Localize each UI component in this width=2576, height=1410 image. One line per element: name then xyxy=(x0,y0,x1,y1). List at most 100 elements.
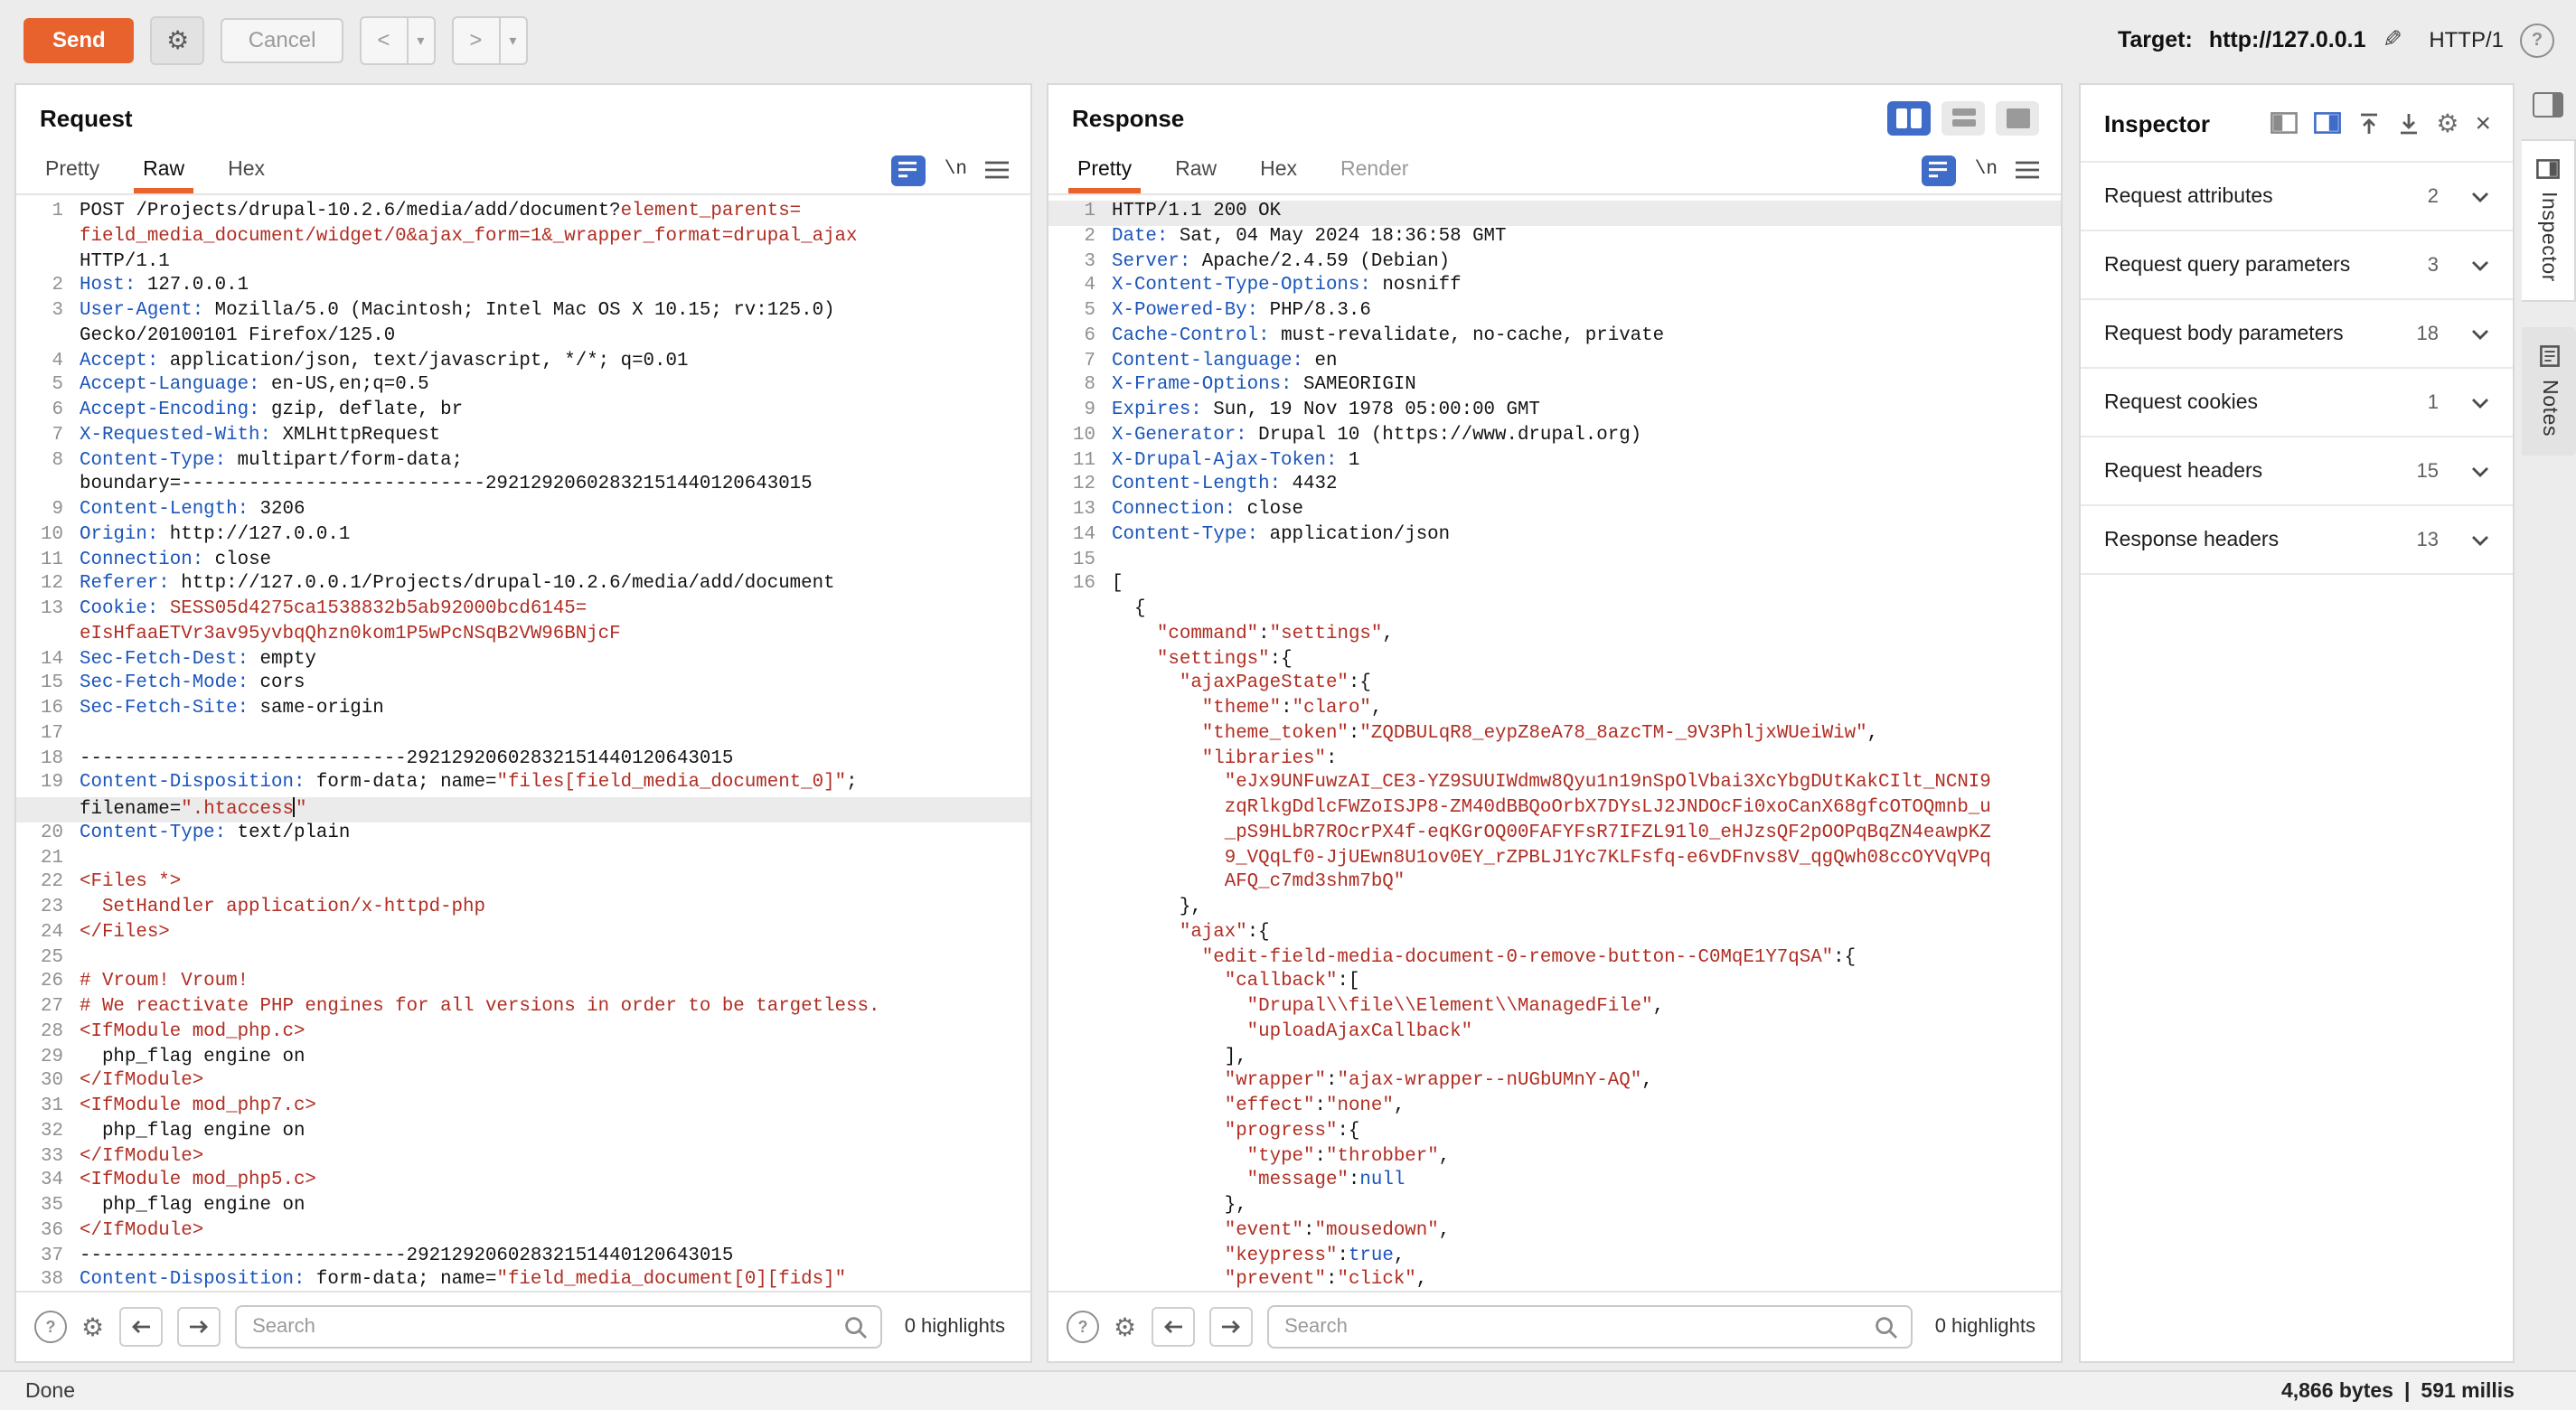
inspector-section-request-attributes[interactable]: Request attributes2 xyxy=(2081,163,2513,231)
forward-button[interactable]: > xyxy=(453,17,500,62)
tab-response-pretty[interactable]: Pretty xyxy=(1056,146,1153,193)
back-button[interactable]: < xyxy=(361,17,408,62)
tab-request-raw[interactable]: Raw xyxy=(121,146,206,193)
tab-request-pretty[interactable]: Pretty xyxy=(24,146,121,193)
chevron-down-icon xyxy=(2471,259,2489,270)
code-line: HTTP/1.1 xyxy=(16,250,1030,276)
line-number xyxy=(1048,723,1095,748)
code-line: 38Content-Disposition: form-data; name="… xyxy=(16,1270,1030,1292)
line-number: 9 xyxy=(1048,400,1095,425)
inspector-section-request-body-parameters[interactable]: Request body parameters18 xyxy=(2081,300,2513,369)
code-line: 20Content-Type: text/plain xyxy=(16,822,1030,848)
code-line: _pS9HLbR7ROcrPX4f-eqKGrOQ00FAFYFsR7IFZL9… xyxy=(1048,822,2061,848)
show-newlines-button[interactable]: \n xyxy=(945,159,967,181)
notes-tab-icon xyxy=(2539,345,2559,367)
search-settings-icon[interactable]: ⚙ xyxy=(1114,1314,1136,1340)
code-line: 10Origin: http://127.0.0.1 xyxy=(16,524,1030,550)
show-newlines-button[interactable]: \n xyxy=(1975,159,1998,181)
code-line: 18-----------------------------292129206… xyxy=(16,747,1030,773)
inspector-title: Inspector xyxy=(2104,109,2210,136)
gear-icon: ⚙ xyxy=(166,27,189,52)
inspector-settings-icon[interactable]: ⚙ xyxy=(2436,110,2458,136)
inspector-section-request-cookies[interactable]: Request cookies1 xyxy=(2081,369,2513,437)
side-tab-notes[interactable]: Notes xyxy=(2522,327,2576,455)
inspector-section-request-headers[interactable]: Request headers15 xyxy=(2081,437,2513,506)
inspector-tools: ⚙ × xyxy=(2270,109,2491,136)
line-number xyxy=(1048,822,1095,848)
tab-response-render[interactable]: Render xyxy=(1319,146,1430,193)
cancel-button[interactable]: Cancel xyxy=(221,17,343,62)
line-number: 31 xyxy=(16,1095,63,1121)
request-title: Request xyxy=(40,104,133,131)
code-line: "progress":{ xyxy=(1048,1121,2061,1146)
send-button[interactable]: Send xyxy=(24,17,135,62)
side-tab-inspector[interactable]: Inspector xyxy=(2522,139,2576,302)
line-number xyxy=(1048,624,1095,649)
search-settings-icon[interactable]: ⚙ xyxy=(81,1314,104,1340)
close-icon[interactable]: × xyxy=(2475,109,2491,136)
code-line: 15Sec-Fetch-Mode: cors xyxy=(16,673,1030,699)
line-number: 5 xyxy=(16,375,63,400)
inspector-section-request-query-parameters[interactable]: Request query parameters3 xyxy=(2081,231,2513,300)
word-wrap-toggle[interactable] xyxy=(892,155,926,185)
http-version-selector[interactable]: HTTP/1 xyxy=(2429,27,2504,52)
side-tab-label: Inspector xyxy=(2537,192,2559,282)
search-help-icon[interactable]: ? xyxy=(34,1311,67,1343)
code-line: zqRlkgDdlcFWZoISJP8-ZM40dBBQoOrbX7DYsLJ2… xyxy=(1048,797,2061,822)
edit-target-icon[interactable]: ✎ xyxy=(2383,25,2402,54)
code-line: eIsHfaaETVr3av95yvbqQhzn0kom1P5wPcNSqB2V… xyxy=(16,624,1030,649)
search-help-icon[interactable]: ? xyxy=(1067,1311,1099,1343)
search-input[interactable] xyxy=(249,1314,845,1340)
code-line: "prevent":"click", xyxy=(1048,1270,2061,1292)
prev-match-button[interactable] xyxy=(118,1307,162,1347)
collapse-all-icon[interactable] xyxy=(2356,111,2380,135)
dock-panel-icon[interactable] xyxy=(2532,92,2562,118)
code-line: 34<IfModule mod_php5.c> xyxy=(16,1170,1030,1196)
view-rows-button[interactable] xyxy=(1941,100,1985,135)
response-viewer[interactable]: 1HTTP/1.1 200 OK2Date: Sat, 04 May 2024 … xyxy=(1048,195,2061,1291)
prev-match-button[interactable] xyxy=(1151,1307,1194,1347)
response-search-field[interactable] xyxy=(1266,1305,1913,1349)
section-count: 18 xyxy=(2417,323,2440,344)
next-match-button[interactable] xyxy=(1208,1307,1252,1347)
code-line: }, xyxy=(1048,897,2061,922)
pane-right-icon[interactable] xyxy=(2313,112,2340,134)
line-number: 37 xyxy=(16,1245,63,1270)
view-columns-button[interactable] xyxy=(1887,100,1931,135)
view-single-button[interactable] xyxy=(1996,100,2039,135)
line-number xyxy=(16,325,63,351)
back-history-dropdown[interactable]: ▾ xyxy=(408,17,433,62)
response-panel: Response Pretty Raw Hex Render xyxy=(1047,83,2063,1363)
code-line: 7Content-language: en xyxy=(1048,350,2061,375)
request-search-field[interactable] xyxy=(234,1305,883,1349)
chevron-down-icon xyxy=(2471,397,2489,408)
toolbar-right: Target: http://127.0.0.1 ✎ HTTP/1 ? xyxy=(2118,23,2554,57)
target-value: http://127.0.0.1 xyxy=(2209,27,2366,52)
code-line: 19Content-Disposition: form-data; name="… xyxy=(16,773,1030,798)
code-line: "settings":{ xyxy=(1048,648,2061,673)
inspector-section-response-headers[interactable]: Response headers13 xyxy=(2081,506,2513,575)
line-number: 15 xyxy=(1048,549,1095,574)
side-tab-strip: Inspector Notes xyxy=(2518,83,2576,1363)
tab-request-hex[interactable]: Hex xyxy=(206,146,287,193)
help-icon[interactable]: ? xyxy=(2520,23,2554,57)
request-settings-button[interactable]: ⚙ xyxy=(151,15,205,64)
code-line: "Drupal\\file\\Element\\ManagedFile", xyxy=(1048,996,2061,1021)
request-editor[interactable]: 1POST /Projects/drupal-10.2.6/media/add/… xyxy=(16,195,1030,1291)
line-number: 11 xyxy=(16,549,63,574)
line-number xyxy=(1048,972,1095,997)
pane-left-icon[interactable] xyxy=(2270,112,2297,134)
word-wrap-toggle[interactable] xyxy=(1923,155,1957,185)
menu-icon[interactable] xyxy=(2016,161,2039,179)
next-match-button[interactable] xyxy=(176,1307,220,1347)
expand-all-icon[interactable] xyxy=(2396,111,2420,135)
search-input[interactable] xyxy=(1281,1314,1876,1340)
line-number: 20 xyxy=(16,822,63,848)
line-number: 15 xyxy=(16,673,63,699)
arrow-left-icon xyxy=(1161,1318,1183,1336)
menu-icon[interactable] xyxy=(985,161,1009,179)
tab-response-raw[interactable]: Raw xyxy=(1153,146,1238,193)
forward-history-dropdown[interactable]: ▾ xyxy=(500,17,525,62)
tab-response-hex[interactable]: Hex xyxy=(1238,146,1319,193)
chevron-down-icon xyxy=(2471,465,2489,476)
